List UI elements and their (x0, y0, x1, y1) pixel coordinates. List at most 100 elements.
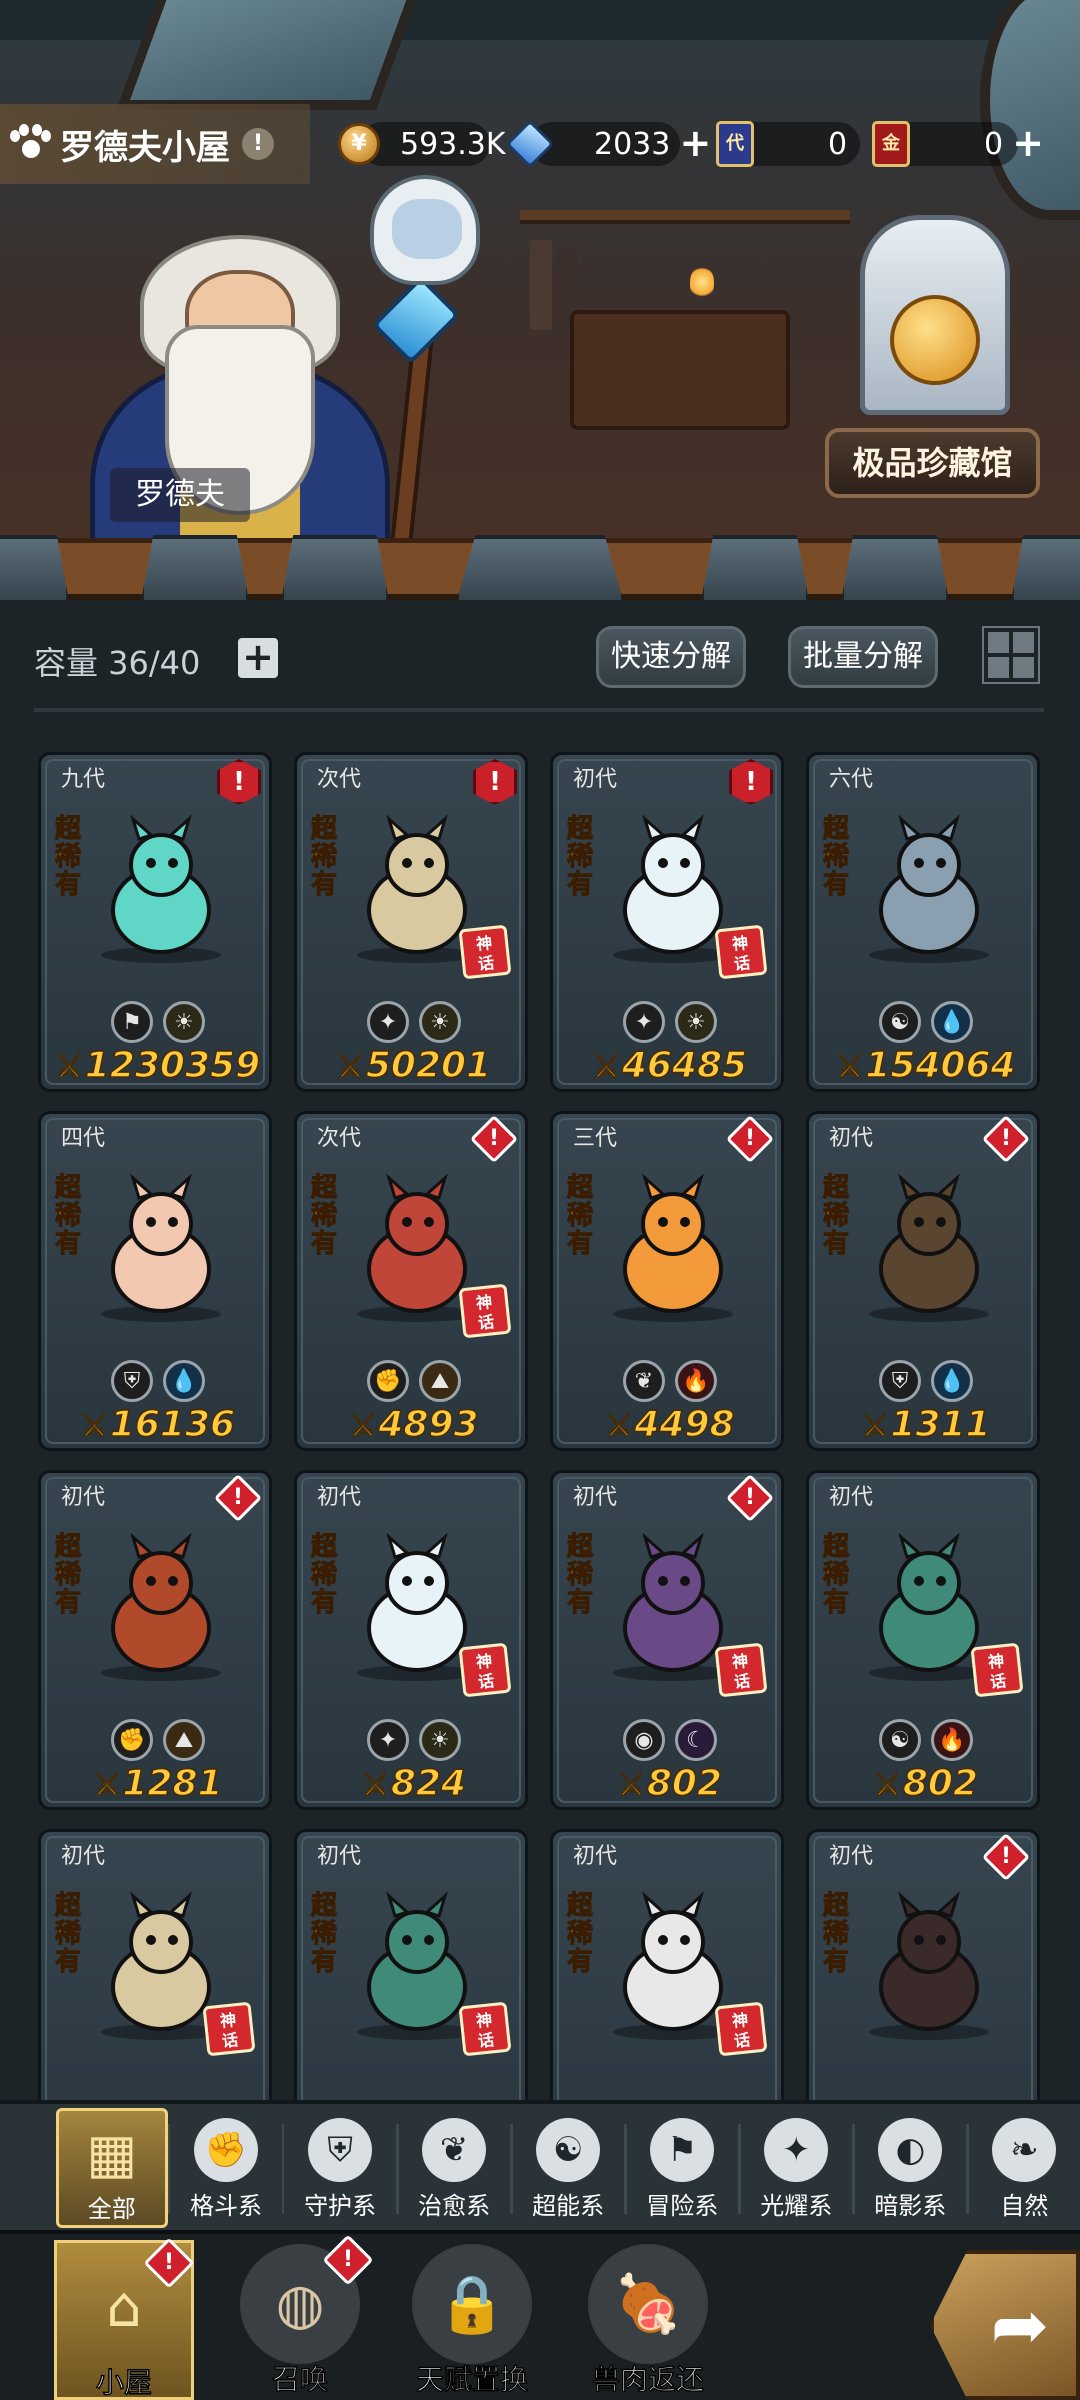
water-icon: 💧 (931, 1360, 973, 1402)
power-value: ⚔50201 (297, 1044, 525, 1087)
pet-portrait (101, 1174, 221, 1322)
info-button[interactable]: ! (242, 128, 274, 160)
resource-bar: 罗德夫小屋 ! ¥ 593.3K 2033 + 代 0 金 0 + (0, 104, 1080, 184)
rarity-label: 超稀有 (566, 1173, 593, 1259)
power-value: ⚔824 (297, 1762, 525, 1805)
pet-card[interactable]: 初代超稀有! 神话 ✦ ☀ ⚔46485 (550, 752, 784, 1092)
mythic-tag-icon: 神话 (458, 2001, 512, 2057)
power-number: 1311 (890, 1403, 992, 1446)
window (116, 0, 424, 110)
filter-tab-radiant[interactable]: ✦ 光耀系 (741, 2108, 852, 2228)
alert-dot-icon: ! (725, 1114, 775, 1164)
generation-label: 初代 (573, 1844, 618, 1869)
nav-lock[interactable]: 🔒 天赋置换 (402, 2240, 542, 2400)
pet-card[interactable]: 三代超稀有! ❦ 🔥 ⚔4498 (550, 1111, 784, 1451)
coin-resource: ¥ 593.3K (338, 118, 506, 170)
generation-label: 初代 (61, 1844, 106, 1869)
pet-card[interactable]: 四代超稀有 ⛨ 💧 ⚔16136 (38, 1111, 272, 1451)
mythic-tag-icon: 神话 (714, 1642, 768, 1698)
npc-name-tag: 罗德夫 (110, 468, 250, 522)
pet-card[interactable]: 次代超稀有! 神话 ✊ ⛰ ⚔4893 (294, 1111, 528, 1451)
rail-clamp (455, 535, 625, 600)
mythic-tag-icon: 神话 (458, 924, 512, 980)
nav-house[interactable]: ⌂ 小屋! (54, 2237, 195, 2400)
pet-card[interactable]: 九代超稀有! ⚑ ☀ ⚔1230359 (38, 752, 272, 1092)
power-number: 802 (646, 1762, 723, 1805)
generation-label: 初代 (61, 1485, 106, 1510)
radiant-icon: ✦ (764, 2118, 829, 2182)
affinity-icons: ⛨ 💧 (809, 1360, 1037, 1404)
pet-card[interactable]: 初代超稀有! 神话 ◉ ☾ ⚔802 (550, 1470, 784, 1810)
water-icon: 💧 (163, 1360, 205, 1402)
expand-capacity-button[interactable]: + (238, 638, 278, 678)
filter-tab-psychic[interactable]: ☯ 超能系 (513, 2108, 624, 2228)
power-icon: ⚔ (361, 1767, 389, 1804)
pet-portrait (869, 815, 989, 963)
collection-display[interactable] (850, 215, 1020, 425)
nature-icon: ❧ (992, 2118, 1057, 2182)
pet-portrait (613, 1174, 733, 1322)
alert-dot-icon: ! (981, 1114, 1031, 1164)
rarity-label: 超稀有 (310, 814, 337, 900)
power-icon: ⚔ (93, 1767, 121, 1804)
filter-tab-shadow[interactable]: ◐ 暗影系 (855, 2108, 966, 2228)
pet-portrait (101, 1533, 221, 1681)
filter-tab-nature[interactable]: ❧ 自然 (969, 2108, 1080, 2228)
pet-card[interactable]: 次代超稀有! 神话 ✦ ☀ ⚔50201 (294, 752, 528, 1092)
rarity-label: 超稀有 (54, 1173, 81, 1259)
rarity-label: 超稀有 (822, 814, 849, 900)
pet-card[interactable]: 初代超稀有神话 ☯ 🔥 ⚔802 (806, 1470, 1040, 1810)
affinity-icons: ✦ ☀ (553, 1001, 781, 1045)
pet-card[interactable]: 初代超稀有! ⛨ 💧 ⚔1311 (806, 1111, 1040, 1451)
power-number: 50201 (365, 1044, 492, 1087)
pet-card[interactable]: 初代超稀有神话 (294, 1829, 528, 2104)
quick-decompose-button[interactable]: 快速分解 (596, 626, 746, 688)
pet-portrait (869, 1174, 989, 1322)
generation-label: 初代 (829, 1844, 874, 1869)
nav-egg[interactable]: ◍ 召唤! (230, 2234, 374, 2400)
grid-view-toggle[interactable] (982, 626, 1040, 684)
power-value: ⚔4498 (553, 1403, 781, 1446)
mythic-tag-icon: 神话 (714, 924, 768, 980)
guardian-icon: ⛨ (308, 2118, 373, 2182)
batch-decompose-button[interactable]: 批量分解 (788, 626, 938, 688)
light-icon: ☀ (419, 1001, 461, 1043)
capacity-label: 容量 36/40 (34, 644, 201, 682)
power-number: 46485 (621, 1044, 748, 1087)
earth-icon: ⛰ (419, 1360, 461, 1402)
filter-tab-all[interactable]: ▦ 全部 (56, 2108, 168, 2228)
pet-card[interactable]: 初代超稀有神话 (38, 1829, 272, 2104)
pet-card[interactable]: 初代超稀有神话 ✦ ☀ ⚔824 (294, 1470, 528, 1810)
pet-card[interactable]: 初代超稀有! ✊ ⛰ ⚔1281 (38, 1470, 272, 1810)
wooden-rail (0, 535, 1080, 600)
nav-label: 召唤 (271, 2363, 329, 2397)
nav-label: 兽肉返还 (591, 2363, 705, 2397)
pet-card[interactable]: 六代超稀有 ☯ 💧 ⚔154064 (806, 752, 1040, 1092)
adventure-icon: ⚑ (111, 1001, 153, 1043)
rarity-label: 超稀有 (822, 1532, 849, 1618)
filter-tab-healing[interactable]: ❦ 治愈系 (399, 2108, 510, 2228)
pet-card[interactable]: 初代超稀有! (806, 1829, 1040, 2104)
filter-tab-adventure[interactable]: ⚑ 冒险系 (627, 2108, 738, 2228)
filter-tab-guardian[interactable]: ⛨ 守护系 (284, 2108, 395, 2228)
filter-tab-fighting[interactable]: ✊ 格斗系 (170, 2108, 281, 2228)
power-value: ⚔16136 (41, 1403, 269, 1446)
rarity-label: 超稀有 (310, 1891, 337, 1977)
fire-icon: 🔥 (675, 1360, 717, 1402)
add-card-button[interactable]: + (1011, 124, 1045, 162)
nav-meat[interactable]: 🍖 兽肉返还 (578, 2240, 718, 2400)
power-value: ⚔802 (809, 1762, 1037, 1805)
filter-label: 治愈系 (418, 2192, 491, 2220)
power-icon: ⚔ (605, 1408, 633, 1445)
collection-hall-button[interactable]: 极品珍藏馆 (825, 428, 1040, 498)
add-gem-button[interactable]: + (678, 124, 712, 162)
power-icon: ⚔ (873, 1767, 901, 1804)
affinity-icons: ⛨ 💧 (41, 1360, 269, 1404)
filter-label: 自然 (1000, 2192, 1049, 2220)
rarity-label: 超稀有 (310, 1532, 337, 1618)
power-value: ⚔1311 (809, 1403, 1037, 1446)
pet-card[interactable]: 初代超稀有神话 (550, 1829, 784, 2104)
shadow-icon: ◐ (878, 2118, 943, 2182)
filter-label: 全部 (87, 2195, 136, 2223)
power-icon: ⚔ (836, 1049, 864, 1086)
